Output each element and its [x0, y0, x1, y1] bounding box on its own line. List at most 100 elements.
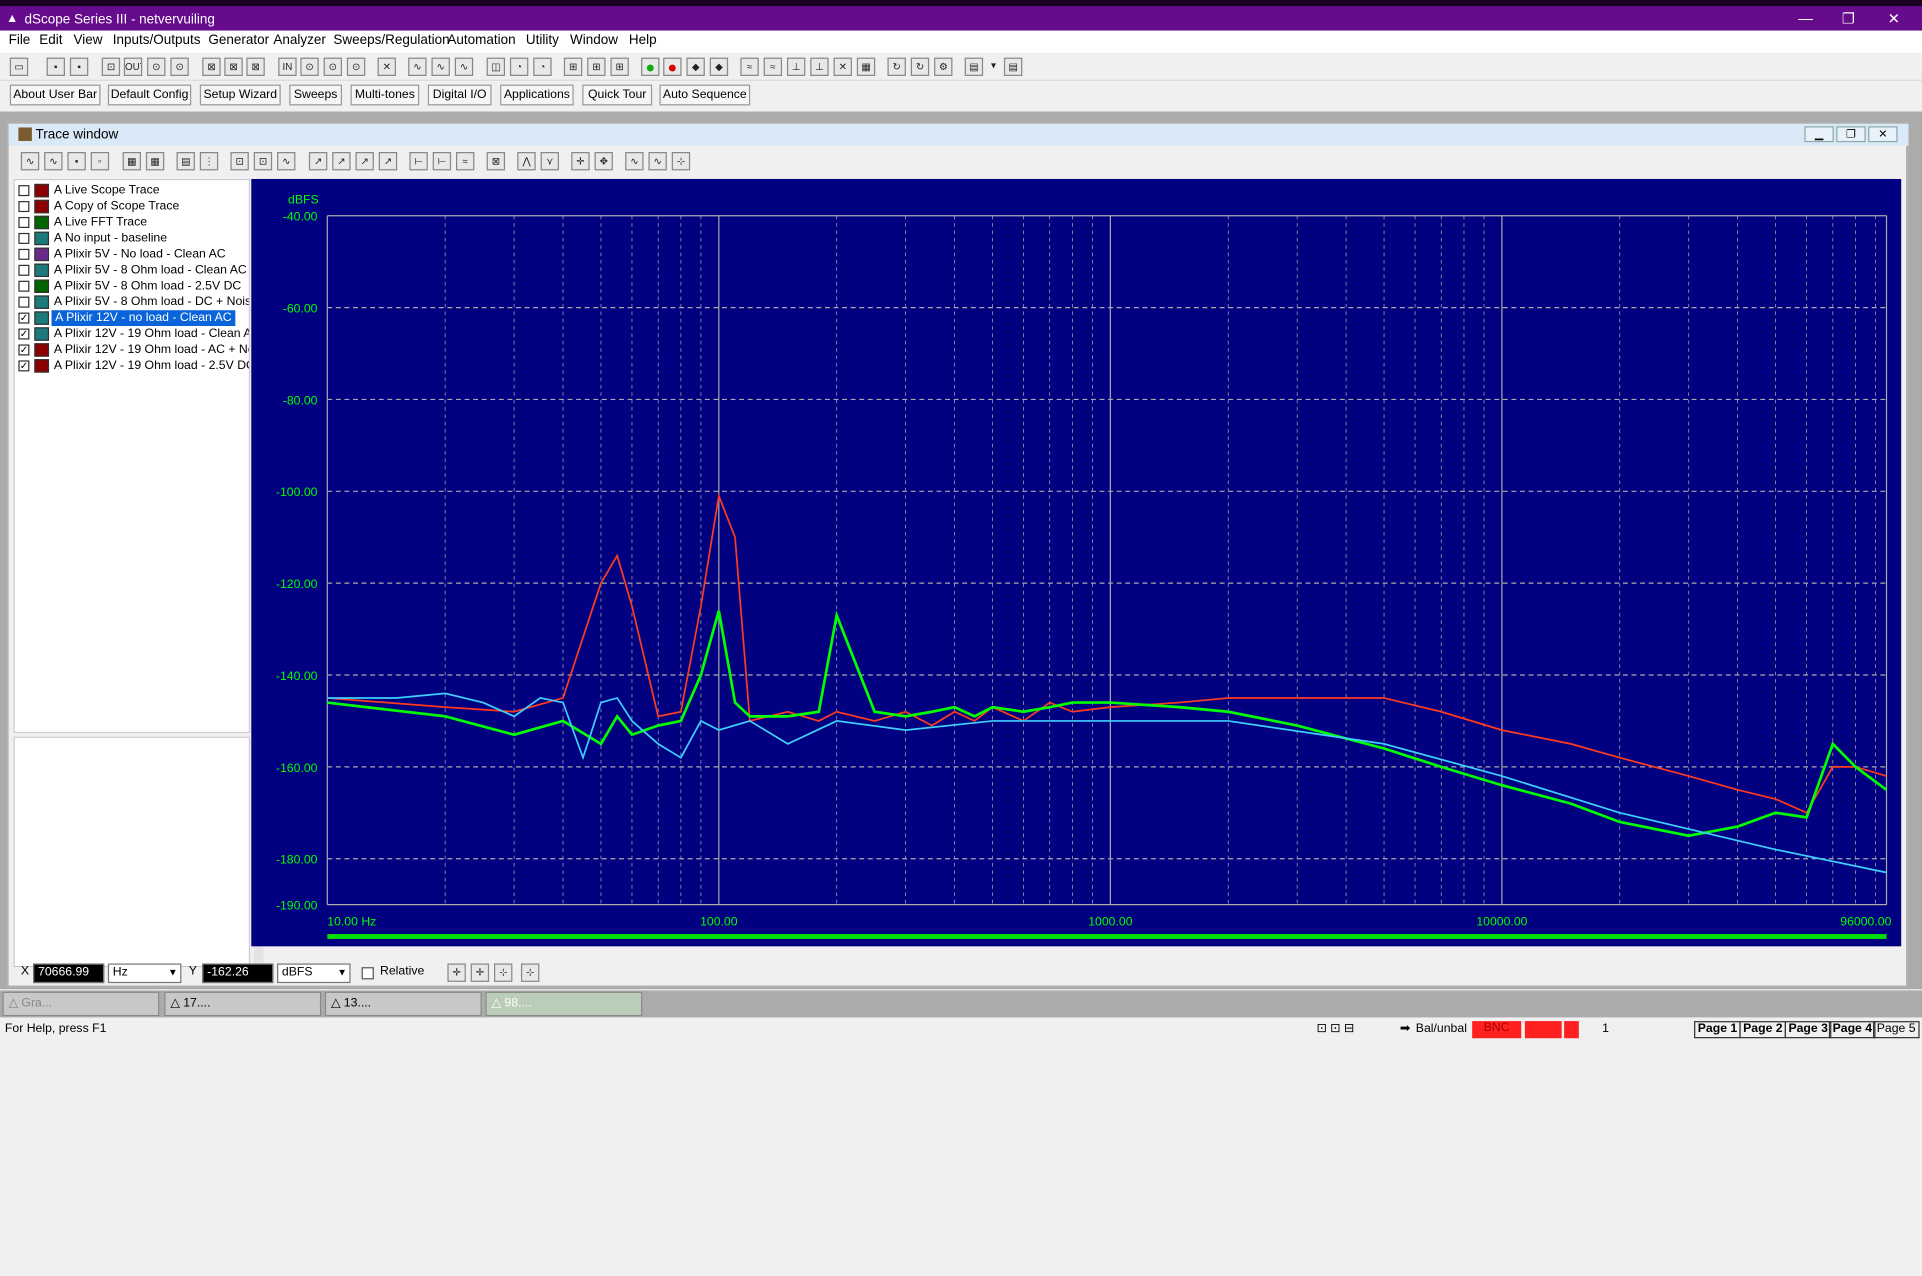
level-icon[interactable]: ⊥: [786, 57, 806, 76]
overlay2-icon[interactable]: ∿: [648, 151, 667, 171]
page-3-button[interactable]: Page 3: [1784, 1021, 1832, 1039]
output-icon[interactable]: OUT: [123, 57, 143, 76]
chevron-down-icon[interactable]: ▾: [984, 58, 1002, 76]
trace-copy-icon[interactable]: ∿: [44, 151, 63, 171]
crosshair-icon[interactable]: ✛: [571, 151, 590, 171]
trace-duplicate-icon[interactable]: ▫: [90, 151, 110, 171]
trace-item[interactable]: A Plixir 5V - 8 Ohm load - Clean AC: [15, 262, 249, 278]
multi-tones-button[interactable]: Multi-tones: [350, 84, 420, 106]
sweep-icon[interactable]: ◆: [686, 57, 705, 76]
trace-window-restore-button[interactable]: ❐: [1836, 126, 1866, 143]
y-unit-select[interactable]: dBFS ▼: [277, 963, 351, 984]
overlay3-icon[interactable]: ⊹: [671, 151, 691, 171]
trace-checkbox[interactable]: [18, 185, 30, 197]
fft-icon[interactable]: ⊞: [563, 57, 583, 76]
page-5-button[interactable]: Page 5: [1873, 1021, 1920, 1039]
trace-item[interactable]: ✓ A Plixir 12V - 19 Ohm load - AC + Noise: [15, 342, 249, 358]
save-all-icon[interactable]: ▪: [69, 57, 89, 76]
cursor3-icon[interactable]: ↗: [355, 151, 374, 171]
menu-inputs-outputs[interactable]: Inputs/Outputs: [113, 33, 201, 48]
trace-item[interactable]: A Copy of Scope Trace: [15, 199, 249, 215]
x-value-field[interactable]: 70666.99: [33, 963, 105, 984]
trace-graph2-icon[interactable]: ▦: [145, 151, 165, 171]
trace-grid-icon[interactable]: ⋮: [199, 151, 219, 171]
trace-item[interactable]: ✓ A Plixir 12V - no load - Clean AC: [15, 310, 249, 327]
scale-icon[interactable]: ⊠: [486, 151, 506, 171]
menu-file[interactable]: File: [9, 33, 31, 48]
zoom-y-icon[interactable]: ∿: [277, 151, 296, 171]
setup-wizard-button[interactable]: Setup Wizard: [199, 84, 281, 106]
trace-graph-icon[interactable]: ▦: [122, 151, 141, 171]
input4-icon[interactable]: ⊙: [346, 57, 366, 76]
page-4-button[interactable]: Page 4: [1828, 1021, 1876, 1039]
menu-analyzer[interactable]: Analyzer: [273, 33, 325, 48]
cursor2-icon[interactable]: ↗: [332, 151, 351, 171]
measure-icon[interactable]: ⊢: [409, 151, 428, 171]
trace-item[interactable]: A Plixir 5V - No load - Clean AC: [15, 246, 249, 262]
fft3-icon[interactable]: ⊞: [610, 57, 629, 76]
task-13[interactable]: △ 13....: [324, 991, 482, 1017]
trace-checkbox[interactable]: [18, 201, 30, 213]
open-icon[interactable]: ▭: [9, 57, 29, 76]
marker-icon[interactable]: ⋀: [517, 151, 536, 171]
close-button[interactable]: ✕: [1875, 10, 1912, 27]
cursor-peak-icon[interactable]: ⊹: [520, 963, 540, 982]
trace-item[interactable]: A Live FFT Trace: [15, 215, 249, 231]
trace-item[interactable]: ✓ A Plixir 12V - 19 Ohm load - Clean AC: [15, 326, 249, 342]
menu-utility[interactable]: Utility: [526, 33, 559, 48]
scope-icon[interactable]: ◫: [486, 57, 506, 76]
settings-icon[interactable]: ⚙: [934, 57, 953, 76]
print-icon[interactable]: ▤: [1003, 57, 1023, 76]
fft-graph[interactable]: -40.00 -60.00 -80.00 -100.00 -120.00 -140.00 -…: [251, 178, 1902, 947]
trace-checkbox[interactable]: ✓: [18, 360, 30, 372]
menu-view[interactable]: View: [74, 33, 103, 48]
graph-icon[interactable]: ▦: [856, 57, 876, 76]
link2-icon[interactable]: ↻: [910, 57, 930, 76]
trace-add-icon[interactable]: ∿: [20, 151, 40, 171]
save-icon[interactable]: ▪: [46, 57, 65, 76]
meter-icon[interactable]: ◔: [509, 57, 529, 76]
about-user-bar-button[interactable]: About User Bar: [9, 84, 101, 106]
trace-item[interactable]: A No input - baseline: [15, 230, 249, 246]
menu-sweeps-regulation[interactable]: Sweeps/Regulation: [333, 33, 449, 48]
link-icon[interactable]: ↻: [887, 57, 906, 76]
generator2-icon[interactable]: ⊠: [224, 57, 243, 76]
fft2-icon[interactable]: ⊞: [587, 57, 606, 76]
meter2-icon[interactable]: ◔: [533, 57, 552, 76]
output3-icon[interactable]: ⊙: [170, 57, 189, 76]
trace-item[interactable]: A Plixir 5V - 8 Ohm load - DC + Noise: [15, 294, 249, 310]
maximize-button[interactable]: ❐: [1830, 10, 1867, 27]
zoom-x-icon[interactable]: ⊡: [253, 151, 273, 171]
cursor-move-icon[interactable]: ✛: [447, 963, 466, 982]
task-17[interactable]: △ 17....: [164, 991, 322, 1017]
menu-automation[interactable]: Automation: [447, 33, 515, 48]
trace-item[interactable]: A Live Scope Trace: [15, 183, 249, 199]
trace-icon[interactable]: ∿: [408, 57, 427, 76]
menu-edit[interactable]: Edit: [39, 33, 62, 48]
auto-sequence-button[interactable]: Auto Sequence: [659, 84, 751, 106]
cursor-move2-icon[interactable]: ✛: [470, 963, 490, 982]
trace-checkbox[interactable]: [18, 264, 30, 276]
quick-tour-button[interactable]: Quick Tour: [582, 84, 653, 106]
trace-checkbox[interactable]: ✓: [18, 328, 30, 340]
sweep2-icon[interactable]: ◆: [709, 57, 729, 76]
io-icon[interactable]: ⊡: [101, 57, 121, 76]
generator-icon[interactable]: ⊠: [202, 57, 221, 76]
page-2-button[interactable]: Page 2: [1739, 1021, 1787, 1039]
script-icon[interactable]: ▤: [964, 57, 984, 76]
task-98[interactable]: △ 98....: [485, 991, 643, 1017]
trace-item[interactable]: A Plixir 5V - 8 Ohm load - 2.5V DC: [15, 278, 249, 294]
sweeps-button[interactable]: Sweeps: [289, 84, 342, 106]
digital-io-button[interactable]: Digital I/O: [427, 84, 492, 106]
output2-icon[interactable]: ⊙: [147, 57, 166, 76]
fft-chart[interactable]: -40.00 -60.00 -80.00 -100.00 -120.00 -140.00 -…: [251, 179, 1901, 946]
measure2-icon[interactable]: ⊢: [432, 151, 452, 171]
relative-checkbox[interactable]: [361, 967, 374, 980]
applications-button[interactable]: Applications: [500, 84, 574, 106]
stop-icon[interactable]: ✕: [377, 57, 396, 76]
trace-window-minimize-button[interactable]: ▁: [1804, 126, 1834, 143]
task-graph[interactable]: △ Gra...: [2, 991, 160, 1017]
cursor4-icon[interactable]: ↗: [378, 151, 398, 171]
run-icon[interactable]: ●: [641, 57, 660, 76]
input2-icon[interactable]: ⊙: [300, 57, 319, 76]
